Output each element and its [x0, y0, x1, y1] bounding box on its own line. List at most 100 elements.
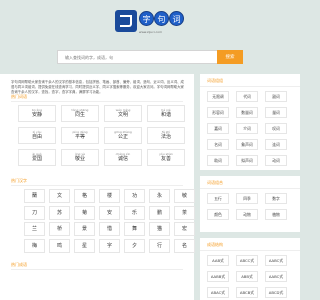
tag-link[interactable]: 副词: [265, 91, 287, 102]
char-card[interactable]: 桥: [49, 222, 70, 236]
tag-link[interactable]: ABCB式: [236, 287, 258, 298]
char-card[interactable]: 文: [49, 189, 70, 203]
logo-char-1: 字: [139, 11, 154, 26]
word-hanzi: 同生: [74, 112, 85, 118]
char-card[interactable]: 鹏: [149, 205, 170, 220]
word-card[interactable]: chéng xìn 诚信: [104, 149, 142, 166]
tag-link[interactable]: 象声词: [236, 139, 258, 150]
tag-link[interactable]: 嘉词: [207, 123, 229, 134]
word-hanzi: 友善: [160, 156, 171, 162]
popular-idioms-title[interactable]: 热门成语: [11, 262, 27, 268]
word-hanzi: 安静: [31, 112, 42, 118]
char-card[interactable]: 舞: [124, 222, 145, 236]
sidebar-patterns: 成语结构 AAB式 ABCC式 AABC式 AABB式 ABB式 AABC式 ABAC式 AB…: [200, 238, 300, 300]
word-card[interactable]: fǎ zhì 法治: [147, 127, 185, 144]
tag-link[interactable]: 数量词: [236, 107, 258, 118]
word-groups-title[interactable]: 词语组组: [207, 78, 223, 84]
logo-subtitle: www.zijuci.com: [139, 30, 163, 34]
patterns-title[interactable]: 成语结构: [207, 242, 223, 248]
char-card[interactable]: 楼: [99, 189, 120, 203]
char-card[interactable]: 宏: [174, 222, 195, 236]
word-hanzi: 和谐: [160, 112, 171, 118]
word-card[interactable]: píng děng 平等: [61, 127, 99, 144]
word-card[interactable]: zì yóu 自由: [18, 127, 56, 144]
word-card[interactable]: ài guó 爱国: [18, 149, 56, 166]
char-card[interactable]: 永: [149, 189, 170, 203]
tag-link[interactable]: 四季: [236, 193, 258, 204]
char-card[interactable]: 夕: [124, 238, 145, 253]
char-card[interactable]: 苏: [49, 205, 70, 220]
tag-link[interactable]: 数字: [265, 193, 287, 204]
tag-link[interactable]: AABB式: [207, 271, 229, 282]
tag-link[interactable]: 名词: [207, 139, 229, 150]
logo-mark-icon: [115, 10, 137, 32]
tag-link[interactable]: AABC式: [265, 255, 287, 266]
word-card[interactable]: gōng zhèng 公正: [104, 127, 142, 144]
tag-link[interactable]: AAB式: [207, 255, 229, 266]
sidebar-idiom-groups: 词语组合 五行 四季 数字颜色 动物 植物: [200, 176, 300, 232]
tag-link[interactable]: 动词: [265, 155, 287, 166]
char-card[interactable]: 鸣: [49, 238, 70, 253]
char-card[interactable]: 安: [99, 205, 120, 220]
main-panel: 字句词网帮助大家查询千余人的汉字的基本信息，包括拼音、笔画、部首、偏旁、组词、造…: [0, 74, 195, 300]
char-card[interactable]: 字: [99, 238, 120, 253]
popular-chars-title[interactable]: 热门汉字: [11, 178, 27, 184]
tag-link[interactable]: 叹词: [265, 123, 287, 134]
tag-link[interactable]: 颜色: [207, 209, 229, 220]
char-card[interactable]: 名: [174, 238, 195, 253]
site-logo[interactable]: 字 句 词 www.zijuci.com: [115, 10, 185, 40]
tag-link[interactable]: 助词: [207, 155, 229, 166]
word-hanzi: 诚信: [117, 156, 128, 162]
tag-link[interactable]: AABC式: [265, 271, 287, 282]
sidebar-word-groups: 词语组组 无限调 代词 副词形容词 数量词 量词嘉词 介词 叹词名词 象声词 连词助词 拟声词 动词: [200, 74, 300, 170]
tag-link[interactable]: 无限调: [207, 91, 229, 102]
char-card[interactable]: 乐: [124, 205, 145, 220]
tag-link[interactable]: ABB式: [236, 271, 258, 282]
char-card[interactable]: 格: [74, 189, 95, 203]
char-card[interactable]: 猫: [149, 222, 170, 236]
tag-link[interactable]: ABCD式: [265, 287, 287, 298]
logo-char-3: 词: [169, 11, 184, 26]
char-card[interactable]: 菊: [74, 205, 95, 220]
tag-link[interactable]: 五行: [207, 193, 229, 204]
tag-link[interactable]: 连词: [265, 139, 287, 150]
char-card[interactable]: 刀: [24, 205, 45, 220]
word-card[interactable]: wén míng 文明: [104, 105, 142, 122]
idiom-groups-title[interactable]: 词语组合: [207, 180, 223, 186]
tag-link[interactable]: ABCC式: [236, 255, 258, 266]
tag-link[interactable]: 动物: [236, 209, 258, 220]
char-card[interactable]: 敏: [174, 189, 195, 203]
word-hanzi: 爱国: [31, 156, 42, 162]
tag-link[interactable]: 拟声词: [236, 155, 258, 166]
char-card[interactable]: 蘭: [24, 189, 45, 203]
tag-link[interactable]: 代词: [236, 91, 258, 102]
char-card[interactable]: 兰: [24, 222, 45, 236]
logo-char-2: 句: [154, 11, 169, 26]
char-card[interactable]: 星: [74, 238, 95, 253]
tag-link[interactable]: 形容词: [207, 107, 229, 118]
char-card[interactable]: 茶: [174, 205, 195, 220]
popular-words-title[interactable]: 热门词语: [11, 94, 27, 100]
word-card[interactable]: yǒu shàn 友善: [147, 149, 185, 166]
tag-link[interactable]: 植物: [265, 209, 287, 220]
char-card[interactable]: 梅: [24, 238, 45, 253]
divider: [200, 250, 300, 251]
search-button[interactable]: 搜索: [217, 50, 243, 64]
char-card[interactable]: 功: [124, 189, 145, 203]
word-hanzi: 平等: [74, 134, 85, 140]
char-card[interactable]: 行: [149, 238, 170, 253]
tag-link[interactable]: 量词: [265, 107, 287, 118]
divider: [11, 185, 183, 186]
word-card[interactable]: jìng yè 敬业: [61, 149, 99, 166]
word-card[interactable]: ān jìng 安静: [18, 105, 56, 122]
tag-link[interactable]: 介词: [236, 123, 258, 134]
char-card[interactable]: 惜: [99, 222, 120, 236]
word-card[interactable]: tóng shēng 同生: [61, 105, 99, 122]
word-card[interactable]: hé xié 和谐: [147, 105, 185, 122]
word-hanzi: 敬业: [74, 156, 85, 162]
tag-link[interactable]: ABAC式: [207, 287, 229, 298]
word-hanzi: 法治: [160, 134, 171, 140]
divider: [11, 101, 183, 102]
char-card[interactable]: 景: [74, 222, 95, 236]
search-input[interactable]: [57, 50, 217, 64]
